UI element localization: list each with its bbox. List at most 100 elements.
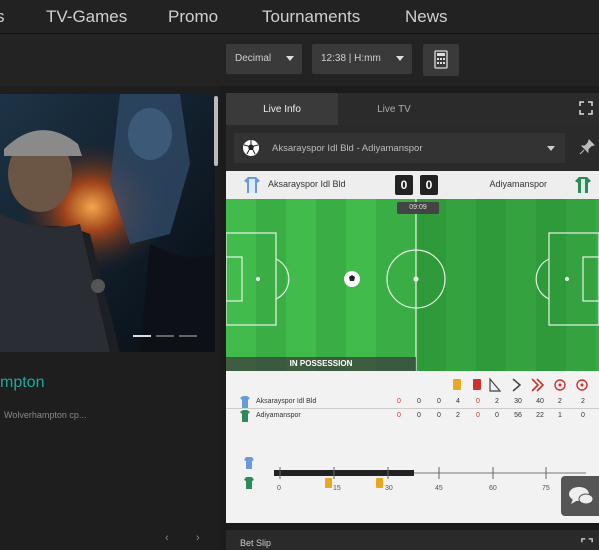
possession-indicator: IN POSSESSION — [226, 357, 416, 371]
expand-icon[interactable] — [581, 538, 593, 550]
nav-item-news[interactable]: News — [405, 7, 448, 27]
carousel-dot[interactable] — [133, 335, 151, 337]
corner-icon — [489, 377, 502, 392]
away-jersey-icon — [575, 177, 591, 193]
odds-format-select[interactable]: Decimal — [226, 44, 302, 74]
tab-live-info[interactable]: Live Info — [226, 93, 338, 125]
match-clock: 09:09 — [397, 202, 439, 214]
yellow-card-icon — [325, 478, 332, 488]
chevron-down-icon — [547, 146, 555, 151]
calculator-button[interactable] — [423, 44, 459, 76]
stat-value: 30 — [514, 398, 522, 405]
stats-away-team: Adiyamanspor — [256, 412, 301, 419]
stat-value: 0 — [417, 398, 421, 405]
stat-value: 0 — [437, 398, 441, 405]
stats-home-team: Aksarayspor Idl Bld — [256, 398, 317, 405]
stat-value: 0 — [495, 412, 499, 419]
bet-slip-bar[interactable]: Bet Slip — [226, 530, 599, 550]
timeline-tick: 45 — [435, 485, 443, 492]
timeline-tick: 0 — [277, 485, 281, 492]
timeline-graphic — [244, 457, 586, 489]
nav-item-tournaments[interactable]: Tournaments — [262, 7, 360, 27]
stats-header-icons — [453, 377, 588, 392]
stat-value: 40 — [536, 398, 544, 405]
stat-value: 0 — [437, 412, 441, 419]
chevron-down-icon — [396, 56, 404, 61]
app-root: s TV-Games Promo Tournaments News Decima… — [0, 0, 599, 550]
promo-panel: mpton Wolverhampton cp... ‹ › — [0, 86, 220, 550]
stat-value: 2 — [495, 398, 499, 405]
odds-format-value: Decimal — [235, 53, 272, 64]
yellow-card-icon — [376, 478, 383, 488]
timeline-progress — [274, 470, 414, 476]
stat-value: 2 — [456, 412, 460, 419]
stat-value: 0 — [581, 412, 585, 419]
home-jersey-icon — [244, 177, 260, 193]
scoreboard: Aksarayspor Idl Bld 0 0 Adiyamanspor — [226, 171, 599, 199]
top-nav: s TV-Games Promo Tournaments News — [0, 0, 599, 34]
stats-row-away: Adiyamanspor 0 0 0 2 0 0 56 22 1 0 — [226, 410, 599, 423]
timeline-tick: 15 — [333, 485, 341, 492]
stat-value: 0 — [417, 412, 421, 419]
stat-value: 4 — [456, 398, 460, 405]
football-icon — [243, 140, 259, 156]
home-jersey-icon — [240, 396, 250, 408]
red-card-icon — [473, 379, 481, 390]
football-pitch — [226, 199, 599, 371]
promo-next-arrow[interactable]: › — [196, 532, 200, 544]
ball-marker — [344, 271, 360, 287]
promo-description: Wolverhampton cp... — [4, 410, 87, 420]
away-jersey-icon — [240, 410, 250, 422]
promo-title[interactable]: mpton — [0, 374, 44, 392]
stat-value: 22 — [536, 412, 544, 419]
stat-value: 2 — [581, 398, 585, 405]
pin-icon[interactable] — [579, 139, 595, 155]
promo-scrollbar[interactable] — [214, 96, 218, 166]
tab-live-tv[interactable]: Live TV — [338, 93, 450, 125]
time-format-value: 12:38 | H:mm — [321, 53, 381, 64]
promo-image[interactable] — [0, 94, 215, 352]
chat-icon — [569, 487, 594, 505]
expand-icon[interactable] — [579, 101, 593, 115]
match-selector[interactable]: Aksarayspor Idl Bld - Adiyamanspor — [234, 133, 565, 163]
bet-slip-label: Bet Slip — [240, 538, 272, 548]
timeline-tick: 30 — [385, 485, 393, 492]
stat-value: 1 — [558, 412, 562, 419]
away-team-name: Adiyamanspor — [489, 179, 547, 189]
home-score: 0 — [395, 175, 413, 195]
match-selector-label: Aksarayspor Idl Bld - Adiyamanspor — [272, 143, 423, 154]
away-jersey-icon — [244, 477, 254, 489]
chat-button[interactable] — [561, 476, 599, 516]
match-panel: Live Info Live TV Aksarayspor Idl Bld - … — [226, 93, 599, 523]
stat-value: 0 — [476, 398, 480, 405]
carousel-dots — [133, 324, 202, 342]
yellow-card-icon — [453, 379, 461, 390]
stat-value: 0 — [397, 412, 401, 419]
attack-icon — [531, 378, 545, 392]
match-tabs: Live Info Live TV — [226, 93, 599, 125]
toolbar: Decimal 12:38 | H:mm — [0, 34, 599, 86]
carousel-dot[interactable] — [179, 335, 197, 337]
stat-value: 0 — [476, 412, 480, 419]
chevron-down-icon — [286, 56, 294, 61]
match-stats: Aksarayspor Idl Bld 0 0 0 4 0 2 30 40 2 … — [226, 371, 599, 523]
timeline-tick: 60 — [489, 485, 497, 492]
calculator-icon — [434, 50, 448, 69]
home-jersey-icon — [244, 457, 254, 469]
home-team-name: Aksarayspor Idl Bld — [268, 179, 346, 189]
carousel-dot[interactable] — [156, 335, 174, 337]
promo-artwork — [0, 94, 215, 352]
nav-item-tv-games[interactable]: TV-Games — [46, 7, 127, 27]
stat-value: 2 — [558, 398, 562, 405]
stat-value: 56 — [514, 412, 522, 419]
stats-row-home: Aksarayspor Idl Bld 0 0 0 4 0 2 30 40 2 … — [226, 396, 599, 409]
promo-prev-arrow[interactable]: ‹ — [165, 532, 169, 544]
away-score: 0 — [420, 175, 438, 195]
time-format-select[interactable]: 12:38 | H:mm — [312, 44, 412, 74]
stat-value: 0 — [397, 398, 401, 405]
match-timeline: 0 15 30 45 60 75 — [226, 451, 599, 511]
nav-item-partial[interactable]: s — [0, 7, 5, 27]
timeline-tick: 75 — [542, 485, 550, 492]
arrow-icon — [512, 378, 522, 392]
nav-item-promo[interactable]: Promo — [168, 7, 218, 27]
